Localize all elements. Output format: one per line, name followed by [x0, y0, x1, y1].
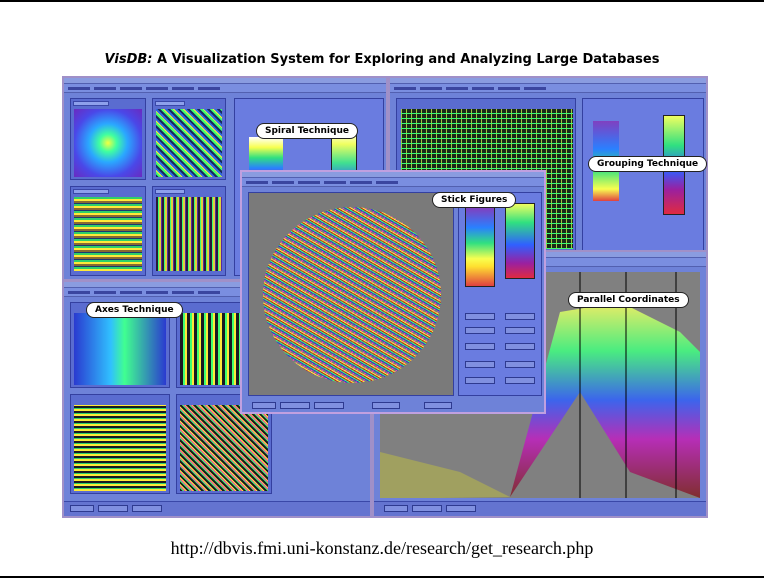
stick-bottom-button-4[interactable]	[372, 402, 400, 409]
spiral-technique-callout: Spiral Technique	[256, 123, 358, 139]
stick-bottom-button-1[interactable]	[252, 402, 276, 409]
axes-image-3	[74, 405, 166, 491]
bottom-rule	[0, 576, 764, 578]
stick-bottom-button-3[interactable]	[314, 402, 344, 409]
axes-status-bar	[64, 501, 370, 516]
axes-technique-callout: Axes Technique	[86, 302, 183, 318]
grouping-control-panel	[582, 98, 704, 252]
stick-bottom-button-2[interactable]	[280, 402, 310, 409]
axes-image-4	[180, 405, 268, 491]
spiral-viz-panel-4	[152, 186, 226, 276]
stick-bottom-button-5[interactable]	[424, 402, 452, 409]
grouping-technique-callout: Grouping Technique	[588, 156, 708, 172]
spiral-viz-panel-2	[152, 98, 226, 180]
spiral-viz-panel-1	[70, 98, 146, 180]
spiral-viz-panel-3	[70, 186, 146, 276]
parallel-coordinates-callout: Parallel Coordinates	[568, 292, 689, 308]
title-brand: VisDB:	[104, 52, 153, 67]
axes-image-1	[74, 313, 166, 385]
spiral-image-4	[156, 197, 222, 271]
title-text: A Visualization System for Exploring and…	[157, 52, 660, 67]
top-rule	[0, 0, 764, 2]
axes-viz-panel-3	[70, 394, 170, 494]
spiral-image-2	[156, 109, 222, 177]
window-menubar[interactable]	[242, 178, 544, 187]
source-url: http://dbvis.fmi.uni-konstanz.de/researc…	[170, 538, 594, 558]
page-title: VisDB: A Visualization System for Explor…	[0, 52, 764, 67]
window-menubar[interactable]	[390, 84, 706, 93]
spiral-image-3	[74, 197, 142, 271]
stick-control-panel	[458, 192, 542, 396]
stick-color-scale-2	[505, 203, 535, 279]
stick-figures-callout: Stick Figures	[432, 192, 517, 208]
parallel-status-bar	[374, 501, 706, 516]
stick-figures-plot	[248, 192, 454, 396]
spiral-image-1	[74, 109, 142, 177]
stick-color-scale-1	[465, 207, 495, 287]
window-menubar[interactable]	[64, 84, 386, 93]
